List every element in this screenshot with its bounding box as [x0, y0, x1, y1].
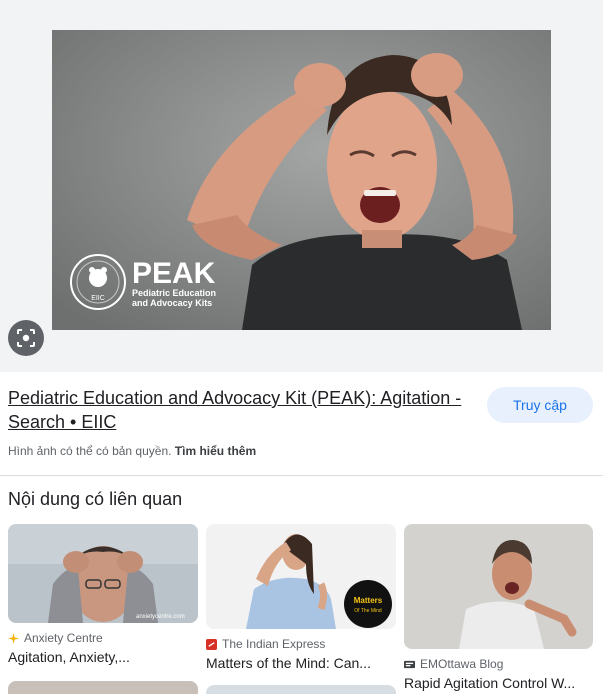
source-name: EMOttawa Blog: [420, 657, 504, 671]
indian-express-icon: [206, 638, 217, 650]
woman-headache-photo: Matters Of The Mind: [206, 524, 396, 629]
lens-icon: [17, 329, 35, 347]
logo-text: PEAK: [132, 257, 216, 290]
boy-screaming-photo: EIIC PEAK Pediatric Education and Advoca…: [52, 30, 551, 330]
related-caption[interactable]: Matters of the Mind: Can...: [206, 655, 396, 671]
image-preview-panel: EIIC PEAK Pediatric Education and Advoca…: [0, 0, 603, 372]
related-card[interactable]: EMOttawa Blog Rapid Agitation Control W.…: [404, 524, 593, 691]
related-thumbnail[interactable]: [206, 685, 396, 694]
logo-subtitle-2: and Advocacy Kits: [132, 298, 212, 308]
related-thumbnail[interactable]: Matters Of The Mind: [206, 524, 396, 629]
lens-button[interactable]: [8, 320, 44, 356]
related-source: EMOttawa Blog: [404, 657, 593, 671]
section-divider: [0, 475, 603, 476]
related-card[interactable]: anxietycentre.com Anxiety Centre Agitati…: [8, 524, 198, 665]
preview-image[interactable]: EIIC PEAK Pediatric Education and Advoca…: [52, 30, 551, 330]
badge-text-1: Matters: [354, 596, 383, 605]
anxiety-centre-icon: [8, 632, 19, 644]
logo-subtitle-1: Pediatric Education: [132, 288, 216, 298]
related-thumbnail[interactable]: [404, 524, 593, 649]
source-name: The Indian Express: [222, 637, 326, 651]
visit-button[interactable]: Truy cập: [487, 387, 593, 423]
seal-text: EIIC: [91, 295, 105, 302]
related-card[interactable]: Matters Of The Mind The Indian Express M…: [206, 524, 396, 671]
stressed-man-photo: anxietycentre.com: [8, 524, 198, 623]
learn-more-link[interactable]: Tìm hiểu thêm: [175, 444, 256, 458]
related-source: The Indian Express: [206, 637, 396, 651]
related-caption[interactable]: Agitation, Anxiety,...: [8, 649, 198, 665]
copyright-notice: Hình ảnh có thể có bản quyền. Tìm hiểu t…: [8, 444, 256, 458]
related-heading: Nội dung có liên quan: [8, 489, 183, 509]
emottawa-icon: [404, 660, 415, 668]
badge-text-2: Of The Mind: [354, 608, 382, 614]
related-caption[interactable]: Rapid Agitation Control W...: [404, 675, 593, 691]
result-title-link[interactable]: Pediatric Education and Advocacy Kit (PE…: [8, 386, 470, 434]
related-source: Anxiety Centre: [8, 631, 198, 645]
source-name: Anxiety Centre: [24, 631, 103, 645]
angry-man-photo: [404, 524, 593, 649]
related-thumbnail[interactable]: anxietycentre.com: [8, 524, 198, 623]
copyright-text: Hình ảnh có thể có bản quyền.: [8, 444, 172, 458]
related-thumbnail[interactable]: [8, 681, 198, 694]
watermark-text: anxietycentre.com: [136, 614, 185, 620]
